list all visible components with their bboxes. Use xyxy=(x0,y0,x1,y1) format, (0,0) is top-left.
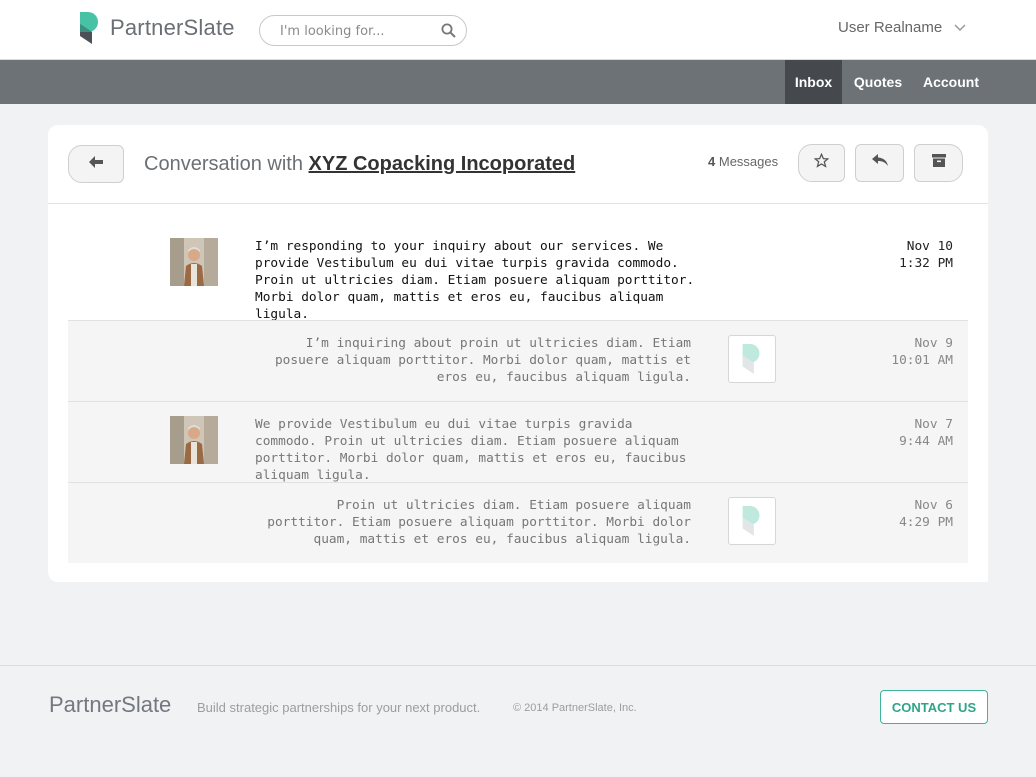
search-input[interactable] xyxy=(280,22,430,40)
star-icon xyxy=(813,152,830,173)
message-timestamp: Nov 10 1:32 PM xyxy=(899,238,953,272)
arrow-left-icon xyxy=(89,155,103,173)
footer-copyright: © 2014 PartnerSlate, Inc. xyxy=(513,702,637,714)
company-logo-icon xyxy=(728,497,776,545)
user-name: User Realname xyxy=(838,19,943,36)
message-text: I’m responding to your inquiry about our… xyxy=(255,239,695,322)
archive-icon xyxy=(931,154,946,172)
conversation-header: Conversation with XYZ Copacking Incopora… xyxy=(48,125,988,204)
message-text: Proin ut ultricies diam. Etiam posuere a… xyxy=(267,498,691,547)
reply-button[interactable] xyxy=(855,144,904,182)
chevron-down-icon xyxy=(954,19,966,36)
nav-inbox[interactable]: Inbox xyxy=(785,60,842,104)
message-time: 9:44 AM xyxy=(899,434,953,449)
message-date: Nov 9 xyxy=(914,336,953,351)
message-time: 4:29 PM xyxy=(899,515,953,530)
top-header: PartnerSlate User Realname xyxy=(0,0,1036,60)
page-footer: PartnerSlate Build strategic partnership… xyxy=(0,665,1036,777)
user-menu[interactable]: User Realname xyxy=(838,19,966,36)
message-row[interactable]: We provide Vestibulum eu dui vitae turpi… xyxy=(68,401,968,483)
message-time: 1:32 PM xyxy=(899,256,953,271)
brand-name: PartnerSlate xyxy=(110,15,235,40)
brand-logo[interactable]: PartnerSlate xyxy=(80,12,235,44)
message-text: We provide Vestibulum eu dui vitae turpi… xyxy=(255,417,687,483)
message-count: 4 Messages xyxy=(708,154,778,169)
title-prefix: Conversation with xyxy=(144,153,303,175)
message-text: I’m inquiring about proin ut ultricies d… xyxy=(274,336,691,385)
main-nav: Inbox Quotes Account xyxy=(0,60,1036,104)
conversation-card: Conversation with XYZ Copacking Incopora… xyxy=(48,125,988,582)
avatar xyxy=(170,416,218,464)
search-box[interactable] xyxy=(259,15,467,46)
message-timestamp: Nov 6 4:29 PM xyxy=(899,497,953,531)
company-logo-icon xyxy=(728,335,776,383)
conversation-title: Conversation with XYZ Copacking Incopora… xyxy=(144,153,575,176)
contact-us-button[interactable]: CONTACT US xyxy=(880,690,988,724)
message-row[interactable]: I’m inquiring about proin ut ultricies d… xyxy=(68,320,968,401)
message-date: Nov 6 xyxy=(914,498,953,513)
message-row[interactable]: Proin ut ultricies diam. Etiam posuere a… xyxy=(68,482,968,563)
message-row[interactable]: I’m responding to your inquiry about our… xyxy=(68,204,968,322)
message-timestamp: Nov 9 10:01 AM xyxy=(891,335,953,369)
message-date: Nov 7 xyxy=(914,417,953,432)
star-button[interactable] xyxy=(798,144,845,182)
back-button[interactable] xyxy=(68,145,124,183)
archive-button[interactable] xyxy=(914,144,963,182)
nav-quotes[interactable]: Quotes xyxy=(842,60,914,104)
footer-tagline: Build strategic partnerships for your ne… xyxy=(197,700,481,715)
search-icon[interactable] xyxy=(441,23,456,43)
footer-logo[interactable]: PartnerSlate xyxy=(49,692,171,718)
avatar xyxy=(170,238,218,286)
message-date: Nov 10 xyxy=(906,239,953,254)
reply-icon xyxy=(871,154,888,172)
partner-link[interactable]: XYZ Copacking Incoporated xyxy=(309,153,576,175)
nav-account[interactable]: Account xyxy=(914,60,988,104)
message-time: 10:01 AM xyxy=(891,353,953,368)
message-timestamp: Nov 7 9:44 AM xyxy=(899,416,953,450)
partnerslate-logo-icon xyxy=(80,12,100,44)
message-count-label: Messages xyxy=(718,154,779,169)
message-count-number: 4 xyxy=(708,154,716,169)
